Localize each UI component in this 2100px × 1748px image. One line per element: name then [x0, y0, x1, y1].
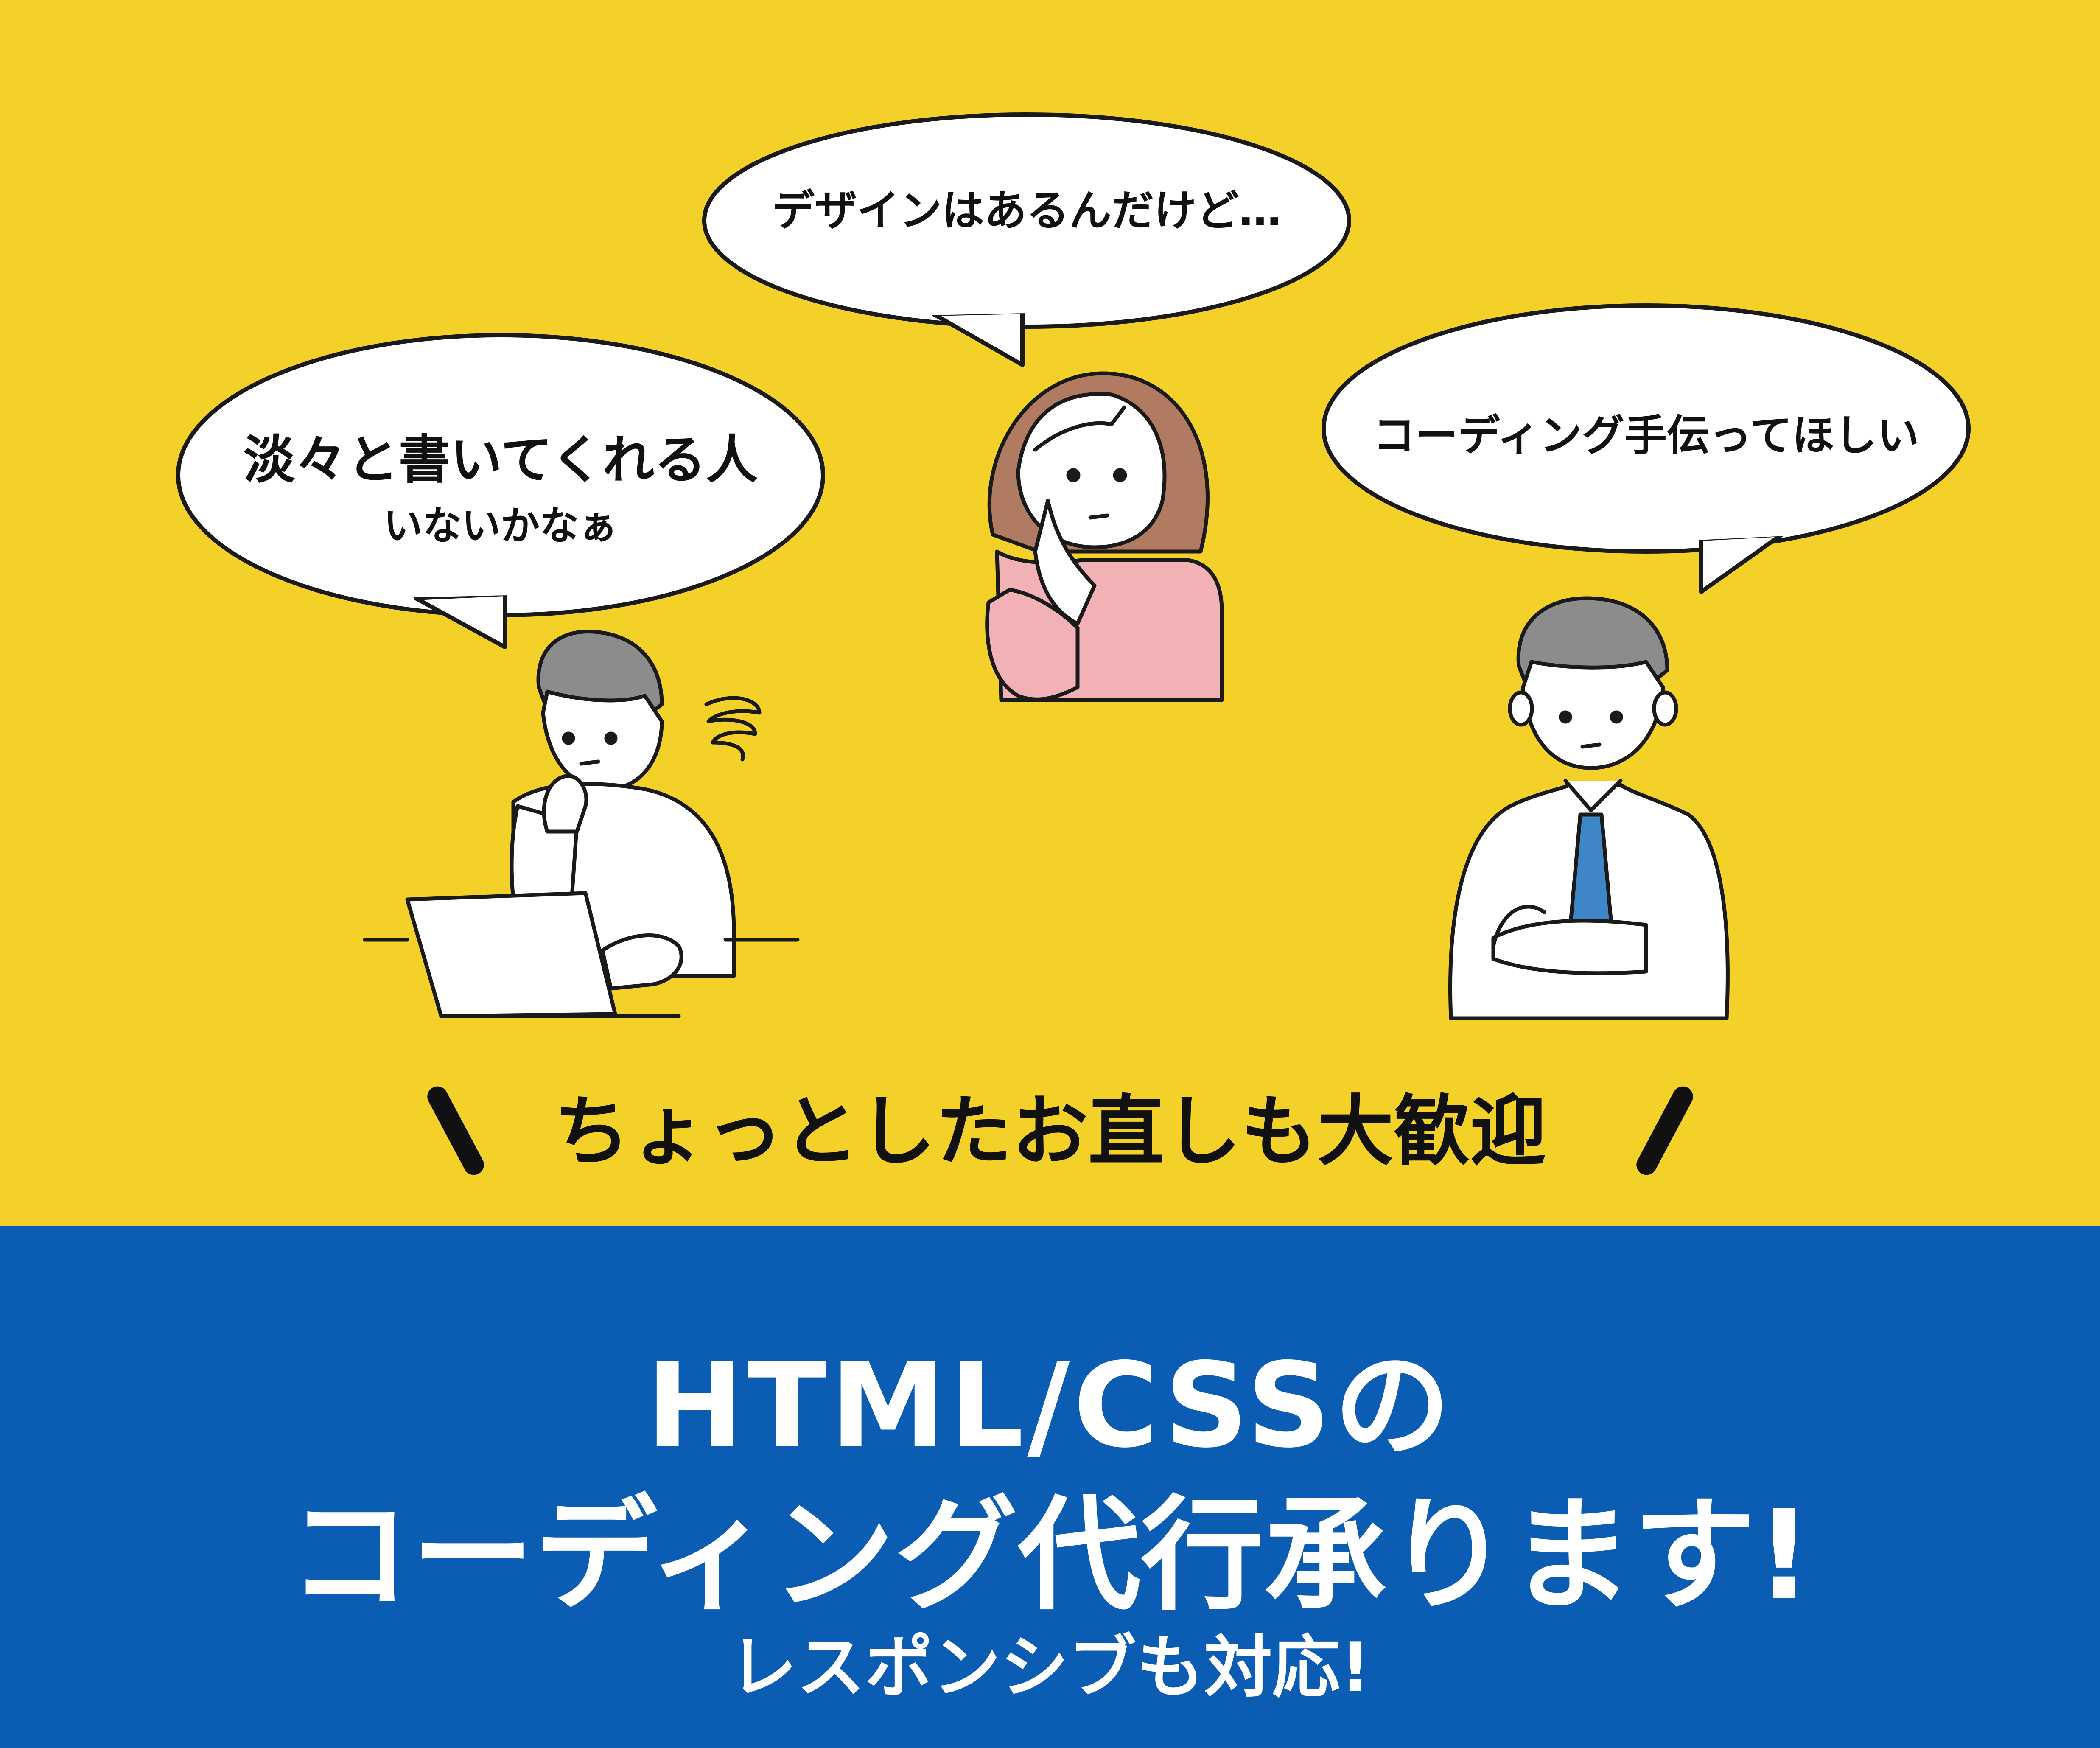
promo-banner: 淡々と書いてくれる人 いないかなぁ デザインはあるんだけど… コーディング手伝っ… [0, 0, 2100, 1748]
bubble-right-text: コーディング手伝ってほしい [1373, 411, 1919, 460]
bubble-center-text: デザインはあるんだけど… [772, 186, 1281, 235]
woman-illustration [985, 371, 1224, 702]
bubble-left-line2: いないかなぁ [383, 503, 618, 549]
speech-bubble-center [702, 112, 1351, 367]
headline-line2: コーディング代行承ります! [288, 1484, 1812, 1627]
man-tie-illustration [1448, 596, 1730, 1020]
headline-line1: HTML/CSSの [646, 1338, 1454, 1473]
man-laptop-illustration [363, 630, 800, 1018]
bubble-left-line1: 淡々と書いてくれる人 [243, 430, 758, 490]
tagline: ちょっとしたお直しも大歓迎 [553, 1087, 1546, 1176]
headline-line3: レスポンシブも対応! [729, 1628, 1371, 1707]
